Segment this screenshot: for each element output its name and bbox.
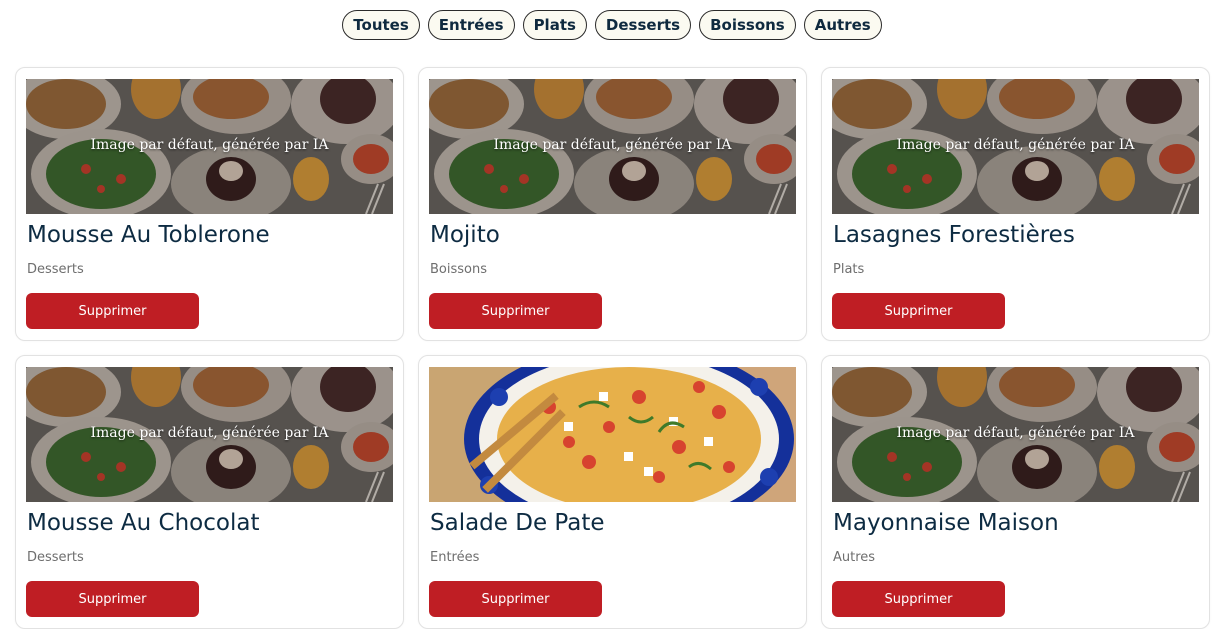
recipe-default-image: Image par défaut, générée par IA [832,79,1199,214]
recipe-category: Desserts [27,262,84,277]
recipe-title: Salade De Pate [430,510,605,536]
recipe-default-image: Image par défaut, générée par IA [26,367,393,502]
recipe-category: Autres [833,550,876,565]
filter-chip-entrees[interactable]: Entrées [427,10,515,40]
delete-button[interactable]: Supprimer [832,581,1005,617]
recipe-category: Boissons [430,262,487,277]
default-image-caption: Image par défaut, générée par IA [493,137,732,153]
recipe-card[interactable]: Image par défaut, générée par IA Mousse … [15,67,404,341]
recipe-default-image: Image par défaut, générée par IA [832,367,1199,502]
recipe-title: Mousse Au Toblerone [27,222,270,248]
default-image-caption: Image par défaut, générée par IA [896,425,1135,441]
delete-button[interactable]: Supprimer [26,293,199,329]
filter-chip-autres[interactable]: Autres [803,10,882,40]
filter-chip-boissons[interactable]: Boissons [699,10,796,40]
default-image-caption: Image par défaut, générée par IA [90,137,329,153]
recipe-title: Mojito [430,222,500,248]
pasta-salad-photo [429,367,796,502]
default-image-caption: Image par défaut, générée par IA [896,137,1135,153]
delete-button[interactable]: Supprimer [429,581,602,617]
recipe-card[interactable]: Salade De Pate Entrées Supprimer [418,355,807,629]
recipe-category: Plats [833,262,865,277]
filter-chip-toutes[interactable]: Toutes [342,10,420,40]
recipe-card[interactable]: Image par défaut, générée par IA Mojito … [418,67,807,341]
recipe-title: Mayonnaise Maison [833,510,1059,536]
recipe-title: Mousse Au Chocolat [27,510,260,536]
delete-button[interactable]: Supprimer [832,293,1005,329]
recipe-title: Lasagnes Forestières [833,222,1075,248]
filter-chip-desserts[interactable]: Desserts [594,10,692,40]
recipe-category: Desserts [27,550,84,565]
delete-button[interactable]: Supprimer [429,293,602,329]
recipe-default-image: Image par défaut, générée par IA [26,79,393,214]
default-image-caption: Image par défaut, générée par IA [90,425,329,441]
recipe-card[interactable]: Image par défaut, générée par IA Lasagne… [821,67,1210,341]
recipe-category: Entrées [430,550,480,565]
recipe-grid: Image par défaut, générée par IA Mousse … [15,67,1210,629]
delete-button[interactable]: Supprimer [26,581,199,617]
filter-chip-plats[interactable]: Plats [522,10,587,40]
recipe-card[interactable]: Image par défaut, générée par IA Mousse … [15,355,404,629]
recipe-default-image: Image par défaut, générée par IA [429,79,796,214]
recipe-card[interactable]: Image par défaut, générée par IA Mayonna… [821,355,1210,629]
category-filter-bar: Toutes Entrées Plats Desserts Boissons A… [0,0,1224,50]
